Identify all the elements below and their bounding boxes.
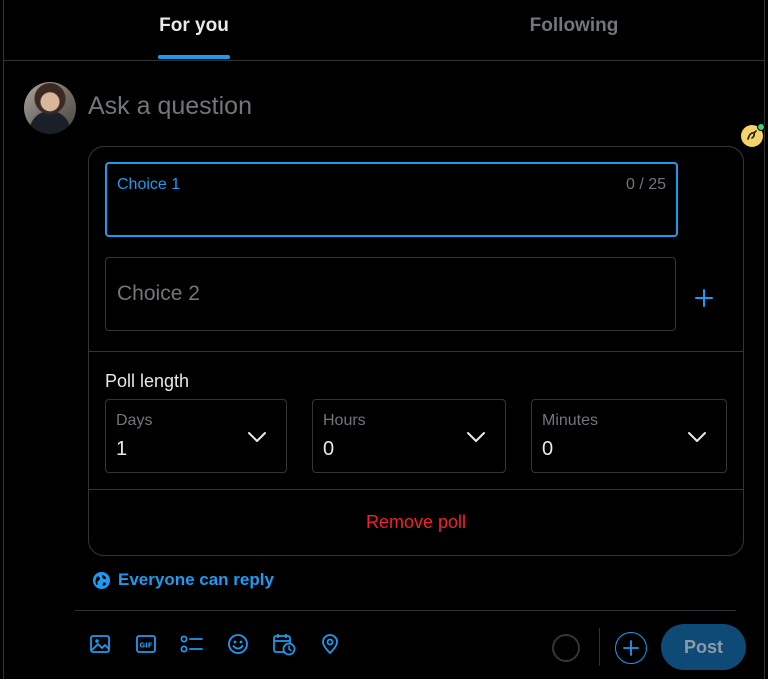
location-icon (322, 634, 338, 654)
choice-2-input[interactable]: Choice 2 (105, 257, 676, 331)
schedule-icon (273, 634, 296, 656)
timeline-tabs: For you Following (4, 0, 764, 61)
emoji-icon (228, 634, 248, 654)
choice-1-label: Choice 1 (117, 176, 181, 193)
poll-length-label: Poll length (105, 371, 190, 391)
days-label: Days (116, 412, 153, 429)
location-button[interactable] (318, 632, 342, 656)
image-icon (90, 635, 110, 653)
tab-following[interactable]: Following (384, 0, 764, 60)
divider (89, 351, 743, 352)
active-tab-indicator (158, 55, 230, 59)
tab-label: For you (159, 15, 229, 36)
poll-button[interactable] (180, 632, 204, 656)
column-border-left (3, 0, 4, 679)
chevron-down-icon (467, 432, 485, 442)
tab-for-you[interactable]: For you (4, 0, 384, 60)
remove-poll-button[interactable]: Remove poll (89, 512, 743, 533)
choice-1-input[interactable]: Choice 1 0 / 25 (105, 162, 678, 237)
poll-card: Choice 1 0 / 25 Choice 2 Poll length Day… (88, 146, 744, 556)
avatar[interactable] (24, 82, 76, 134)
reply-setting-label: Everyone can reply (118, 570, 274, 589)
status-dot (757, 123, 765, 131)
post-button[interactable]: Post (661, 624, 746, 670)
toolbar-divider (599, 628, 600, 666)
minutes-label: Minutes (542, 412, 599, 429)
reply-setting-button[interactable]: Everyone can reply (92, 570, 274, 590)
hours-value: 0 (323, 438, 335, 460)
composer-toolbar: GIF (88, 632, 364, 656)
svg-text:GIF: GIF (139, 642, 152, 650)
plus-icon (623, 640, 639, 656)
character-progress-ring (552, 634, 580, 662)
minutes-value: 0 (542, 438, 554, 460)
add-choice-button[interactable] (691, 285, 717, 311)
gif-button[interactable]: GIF (134, 632, 158, 656)
tab-label: Following (529, 15, 619, 36)
column-border-right (764, 0, 765, 679)
poll-icon (180, 635, 203, 653)
globe-icon (92, 571, 111, 589)
choice-2-label: Choice 2 (117, 282, 200, 305)
chevron-down-icon (688, 432, 706, 442)
question-input[interactable]: Ask a question (88, 92, 252, 121)
minutes-select[interactable]: Minutes 0 (531, 399, 727, 473)
divider (89, 489, 743, 490)
hours-label: Hours (323, 412, 366, 429)
emoji-button[interactable] (226, 632, 250, 656)
composer-screen: For you Following Ask a question Choice … (0, 0, 768, 679)
schedule-button[interactable] (272, 632, 296, 656)
hours-select[interactable]: Hours 0 (312, 399, 506, 473)
chevron-down-icon (248, 432, 266, 442)
media-button[interactable] (88, 632, 112, 656)
character-counter: 0 / 25 (625, 176, 666, 193)
plus-icon (695, 289, 713, 307)
writing-assistant-icon[interactable] (741, 123, 765, 147)
divider (75, 610, 736, 611)
gif-icon: GIF (136, 635, 156, 653)
add-post-button[interactable] (615, 632, 647, 664)
days-value: 1 (116, 438, 128, 460)
days-select[interactable]: Days 1 (105, 399, 287, 473)
